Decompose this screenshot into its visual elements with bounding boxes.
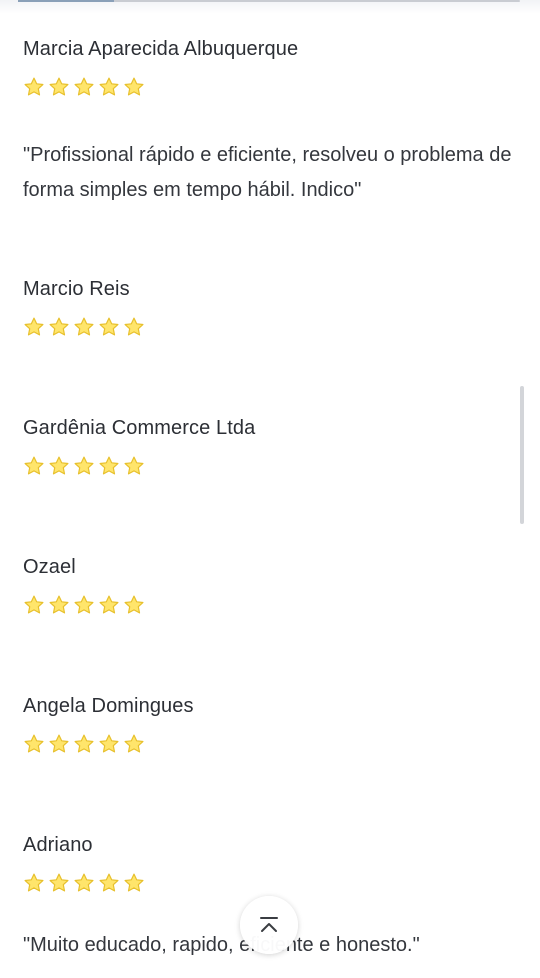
reviewer-name: Marcia Aparecida Albuquerque (23, 38, 299, 60)
star-icon (48, 455, 70, 477)
star-icon (123, 872, 145, 894)
star-icon (98, 76, 120, 98)
star-rating (23, 316, 518, 338)
star-icon (123, 76, 145, 98)
star-rating (23, 733, 518, 755)
star-icon (98, 455, 120, 477)
star-icon (23, 733, 45, 755)
review-item: Marcia Aparecida Albuquerque "Profission… (23, 36, 518, 208)
reviewer-name: Angela Domingues (23, 695, 194, 717)
star-icon (73, 872, 95, 894)
star-rating (23, 594, 518, 616)
star-rating (23, 455, 518, 477)
star-icon (98, 733, 120, 755)
star-icon (48, 733, 70, 755)
star-icon (98, 316, 120, 338)
star-icon (73, 455, 95, 477)
reviewer-name: Marcio Reis (23, 278, 130, 300)
star-icon (48, 76, 70, 98)
reviewer-name: Adriano (23, 834, 93, 856)
back-to-top-button[interactable] (240, 896, 298, 954)
review-item: Gardênia Commerce Ltda (23, 415, 518, 477)
star-icon (123, 733, 145, 755)
star-icon (73, 316, 95, 338)
review-item: Ozael (23, 554, 518, 616)
star-icon (98, 872, 120, 894)
reviewer-name: Gardênia Commerce Ltda (23, 417, 256, 439)
chevron-up-bar-icon (257, 913, 281, 937)
star-rating (23, 76, 518, 98)
star-icon (23, 76, 45, 98)
star-icon (48, 594, 70, 616)
star-icon (123, 455, 145, 477)
star-rating (23, 872, 518, 894)
star-icon (23, 455, 45, 477)
review-item: Angela Domingues (23, 693, 518, 755)
review-item: Marcio Reis (23, 276, 518, 338)
star-icon (23, 316, 45, 338)
tab-indicator (18, 0, 114, 2)
star-icon (48, 872, 70, 894)
star-icon (48, 316, 70, 338)
scrollbar-thumb[interactable] (520, 386, 524, 524)
top-fade (0, 0, 540, 14)
star-icon (98, 594, 120, 616)
star-icon (123, 594, 145, 616)
star-icon (73, 76, 95, 98)
star-icon (123, 316, 145, 338)
reviewer-name: Ozael (23, 556, 76, 578)
star-icon (73, 733, 95, 755)
star-icon (23, 594, 45, 616)
star-icon (73, 594, 95, 616)
star-icon (23, 872, 45, 894)
review-text: "Profissional rápido e eficiente, resolv… (23, 144, 512, 201)
